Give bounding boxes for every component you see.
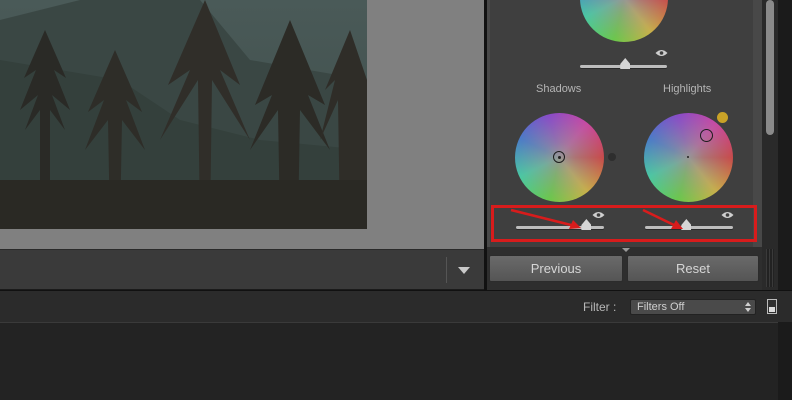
filter-select-value: Filters Off [637, 301, 685, 313]
select-arrows-icon [744, 302, 752, 312]
panel-resize-grip[interactable] [766, 249, 774, 287]
toolbar-separator [446, 257, 447, 283]
triangle-down-icon [458, 266, 470, 274]
highlights-wheel-center-dot [687, 156, 689, 158]
highlights-label: Highlights [663, 83, 712, 95]
filter-lock-switch[interactable] [767, 299, 777, 314]
previous-button[interactable]: Previous [489, 255, 623, 282]
app-window: Shadows Highlights Previous Reset Filter… [0, 0, 792, 400]
highlights-indicator-dot [717, 112, 728, 123]
photo-viewer [0, 0, 484, 249]
annotation-arrow-highlights [642, 208, 683, 229]
viewer-toolbar [0, 249, 484, 289]
photo-preview [0, 0, 367, 229]
filmstrip [0, 322, 778, 400]
reset-button[interactable]: Reset [627, 255, 759, 282]
highlights-wheel-handle[interactable] [700, 129, 713, 142]
annotation-arrow-shadows [510, 208, 581, 229]
midtones-eye-icon[interactable] [655, 49, 668, 57]
window-right-edge [778, 322, 792, 400]
toolbar-menu-button[interactable] [452, 258, 476, 282]
shadows-indicator-dot [608, 153, 616, 161]
shadows-wheel-center-dot [558, 156, 561, 159]
filter-label: Filter : [583, 300, 617, 314]
panel-scrollbar-thumb[interactable] [766, 0, 774, 135]
panel-collapse-icon[interactable] [622, 248, 630, 252]
shadows-label: Shadows [536, 83, 582, 95]
filter-select[interactable]: Filters Off [630, 299, 756, 315]
